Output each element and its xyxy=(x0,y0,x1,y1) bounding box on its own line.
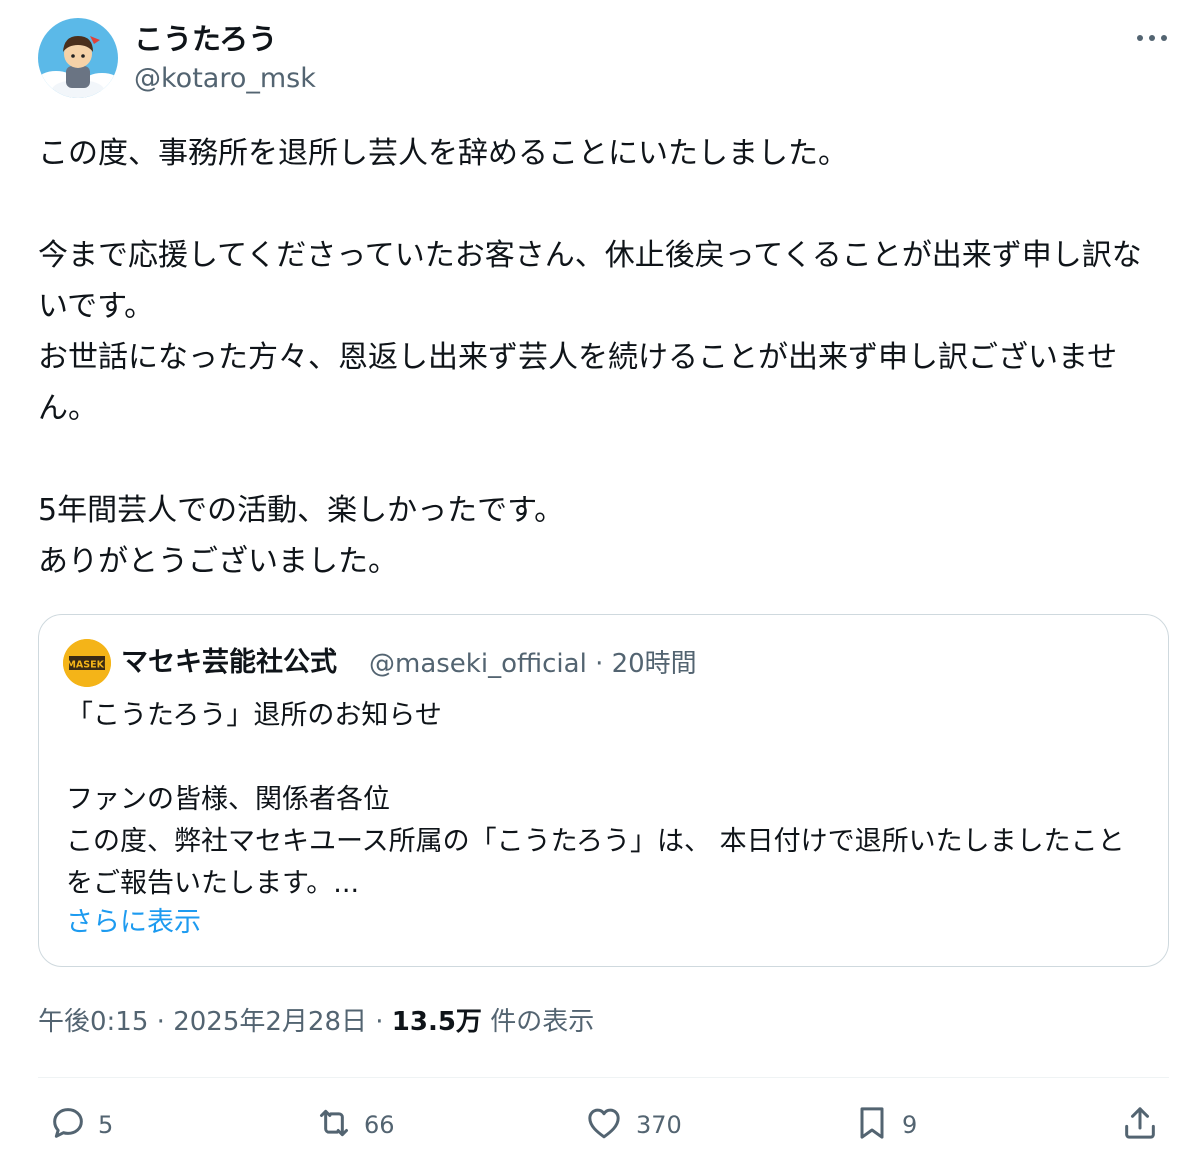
quoted-author-handle-time: @maseki_official · 20時間 xyxy=(369,649,697,679)
author-handle[interactable]: @kotaro_msk xyxy=(134,60,316,98)
reply-button[interactable]: 5 xyxy=(48,1100,113,1150)
post-date[interactable]: 2025年2月28日 xyxy=(173,1007,367,1037)
author-display-name[interactable]: こうたろう xyxy=(134,20,277,58)
repost-button[interactable]: 66 xyxy=(314,1100,395,1150)
heart-icon xyxy=(584,1103,624,1147)
repost-icon xyxy=(314,1103,354,1147)
share-icon xyxy=(1120,1103,1160,1147)
show-more-link[interactable]: さらに表示 xyxy=(66,903,201,943)
more-icon[interactable] xyxy=(1132,22,1172,54)
post-text: この度、事務所を退所し芸人を辞めることにいたしました。 今まで応援してくださって… xyxy=(38,136,1142,579)
quoted-post-text: 「こうたろう」退所のお知らせ ファンの皆様、関係者各位 この度、弊社マセキユース… xyxy=(66,700,1125,899)
tweet: こうたろう @kotaro_msk この度、事務所を退所し芸人を辞めることにいた… xyxy=(0,0,1188,1170)
quoted-post[interactable]: MASEKI マセキ芸能社公式 @maseki_official · 20時間 … xyxy=(38,614,1169,967)
repost-count: 66 xyxy=(364,1111,395,1139)
like-button[interactable]: 370 xyxy=(584,1100,682,1150)
meta-separator: · xyxy=(366,1007,392,1037)
share-button[interactable] xyxy=(1120,1100,1160,1150)
meta-separator: · xyxy=(148,1007,174,1037)
quoted-author-name: マセキ芸能社公式 xyxy=(121,647,337,678)
reply-count: 5 xyxy=(98,1111,114,1139)
post-meta: 午後0:15 · 2025年2月28日 · 13.5万 件の表示 xyxy=(38,1002,594,1042)
bookmark-icon xyxy=(852,1103,892,1147)
author-avatar[interactable] xyxy=(38,18,118,98)
views-label: 件の表示 xyxy=(490,1007,595,1037)
post-time[interactable]: 午後0:15 xyxy=(38,1007,148,1037)
bookmark-button[interactable]: 9 xyxy=(852,1100,917,1150)
like-count: 370 xyxy=(636,1111,682,1139)
reply-icon xyxy=(48,1103,88,1147)
meta-space xyxy=(482,1007,490,1037)
divider xyxy=(38,1077,1169,1078)
quoted-author-avatar: MASEKI xyxy=(63,639,111,687)
views-count: 13.5万 xyxy=(391,1007,482,1037)
svg-text:MASEKI: MASEKI xyxy=(66,660,107,671)
bookmark-count: 9 xyxy=(902,1111,918,1139)
